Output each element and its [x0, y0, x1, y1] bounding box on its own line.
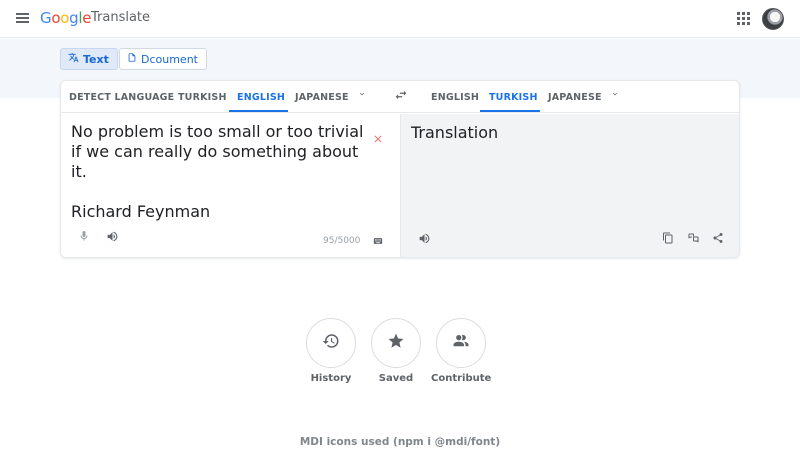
swap-languages-icon[interactable]: [394, 88, 408, 106]
product-name: Translate: [91, 10, 151, 25]
people-icon: [452, 332, 470, 354]
source-text-input[interactable]: No problem is too small or too trivial i…: [71, 122, 371, 222]
target-lang-japanese[interactable]: JAPANESE: [548, 92, 602, 103]
star-icon: [387, 332, 405, 354]
source-lang-turkish[interactable]: TURKISH: [178, 92, 227, 103]
source-pane: No problem is too small or too trivial i…: [61, 114, 400, 257]
logo-letter: o: [51, 9, 61, 27]
target-pane: Translation: [400, 114, 739, 257]
translation-output: Translation: [411, 123, 499, 142]
saved-button[interactable]: [371, 318, 421, 368]
translation-card: DETECT LANGUAGE TURKISH ENGLISH JAPANESE…: [60, 80, 740, 258]
history-button[interactable]: [306, 318, 356, 368]
footer-note: MDI icons used (npm i @mdi/font): [299, 436, 501, 448]
target-lang-english[interactable]: ENGLISH: [431, 92, 479, 103]
apps-grid-icon[interactable]: [737, 12, 751, 26]
target-speaker-icon[interactable]: [416, 230, 432, 246]
logo-letter: G: [40, 9, 52, 27]
menu-icon[interactable]: [14, 11, 32, 27]
translate-icon: [68, 52, 79, 66]
clear-text-icon[interactable]: [372, 130, 384, 149]
target-more-languages-chevron-icon[interactable]: [611, 90, 619, 101]
saved-action: Saved: [366, 318, 426, 384]
keyboard-icon[interactable]: [371, 235, 385, 247]
document-mode-label: Dcoument: [141, 52, 198, 66]
language-bar: DETECT LANGUAGE TURKISH ENGLISH JAPANESE…: [61, 81, 739, 113]
target-selected-underline: [480, 110, 540, 112]
target-lang-turkish[interactable]: TURKISH: [489, 92, 538, 103]
source-lang-english[interactable]: ENGLISH: [237, 92, 285, 103]
contribute-action: Contribute: [431, 318, 491, 384]
contribute-label: Contribute: [431, 373, 492, 384]
logo-letter: e: [82, 9, 92, 27]
text-mode-button[interactable]: Text: [60, 48, 118, 70]
character-counter: 95/5000: [323, 236, 361, 246]
text-mode-label: Text: [83, 52, 109, 66]
history-action: History: [301, 318, 361, 384]
source-lang-detect[interactable]: DETECT LANGUAGE: [69, 92, 174, 103]
avatar[interactable]: [762, 8, 784, 30]
document-icon: [127, 52, 137, 66]
share-icon[interactable]: [711, 231, 725, 245]
history-icon: [322, 332, 340, 354]
microphone-icon[interactable]: [77, 228, 91, 244]
google-logo[interactable]: Google: [40, 9, 91, 27]
speaker-icon[interactable]: [104, 228, 120, 244]
contribute-button[interactable]: [436, 318, 486, 368]
source-more-languages-chevron-icon[interactable]: [358, 90, 366, 101]
history-label: History: [310, 373, 352, 384]
logo-letter: o: [60, 9, 70, 27]
source-selected-underline: [229, 110, 288, 112]
saved-label: Saved: [378, 373, 414, 384]
document-mode-button[interactable]: Dcoument: [119, 48, 207, 70]
source-lang-japanese[interactable]: JAPANESE: [295, 92, 349, 103]
app-header: Google Translate: [0, 0, 800, 38]
feedback-icon[interactable]: [685, 231, 701, 245]
logo-letter: g: [69, 9, 79, 27]
copy-icon[interactable]: [661, 231, 675, 245]
